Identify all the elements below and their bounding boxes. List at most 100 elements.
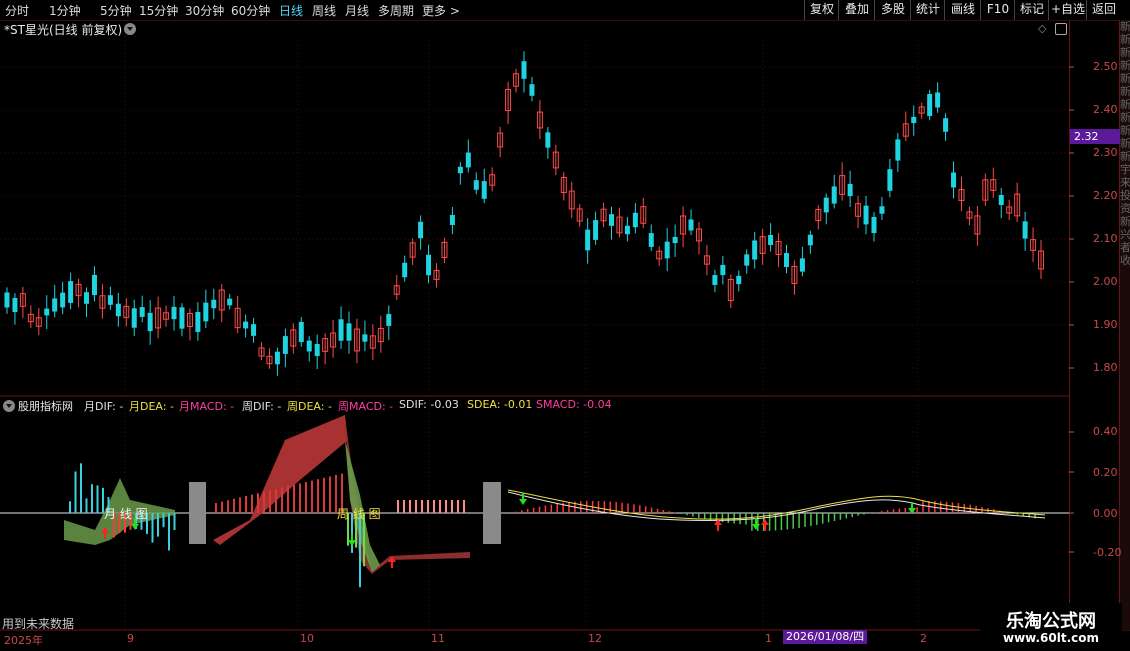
candle-body	[346, 323, 352, 341]
price-tick: 1.90	[1093, 318, 1118, 331]
candle-body	[251, 324, 257, 336]
candle-body	[274, 351, 280, 365]
watermark-title: 乐淘公式网	[1006, 611, 1096, 632]
date-tick: 1	[765, 632, 772, 645]
separator-block	[189, 482, 206, 544]
candle-body	[362, 334, 368, 342]
indicator-tick: 0.40	[1093, 425, 1118, 438]
indicator-name[interactable]: 股朋指标网	[18, 398, 73, 414]
candle-body	[688, 219, 694, 231]
indicator-value: SDEA: -0.01	[467, 398, 533, 411]
arrow-down-icon	[348, 534, 356, 546]
candle-body	[783, 253, 789, 267]
candle-body	[147, 312, 153, 332]
candle-body	[998, 195, 1004, 205]
candle-body	[298, 321, 304, 343]
chevron-down-icon[interactable]	[3, 400, 15, 412]
monthly-overlay-label: 月 线 图	[104, 507, 148, 521]
candle-body	[418, 221, 424, 239]
candle-body	[314, 343, 320, 357]
candle-body	[672, 236, 678, 244]
indicator-tick: -0.20	[1093, 546, 1122, 559]
candle-body	[632, 212, 638, 228]
separator-block	[483, 482, 501, 544]
candle-body	[338, 319, 344, 341]
date-tick: 2025年	[4, 634, 43, 647]
price-tick: 2.20	[1093, 189, 1118, 202]
candle-body	[752, 240, 758, 260]
price-tick: 2.50	[1093, 60, 1118, 73]
candle-body	[12, 297, 18, 313]
indicator-value: 周DIF: -	[242, 400, 282, 413]
candle-body	[179, 307, 185, 329]
candle-body	[712, 275, 718, 285]
candle-body	[951, 172, 957, 188]
candle-body	[847, 183, 853, 197]
indicator-value: 月DEA: -	[129, 400, 174, 413]
candle-body	[887, 169, 893, 191]
candle-body	[171, 306, 177, 320]
candle-body	[131, 308, 137, 328]
side-info-strip[interactable]: 新 新 新 新 新 新 新 新 新 新 新 宇 来 投 资 新 兴 者 收	[1120, 20, 1130, 630]
site-watermark: 乐淘公式网 www.60lt.com	[980, 603, 1122, 649]
candle-body	[211, 299, 217, 309]
price-tick: 1.80	[1093, 361, 1118, 374]
candle-body	[68, 281, 74, 303]
indicator-tick: 0.20	[1093, 466, 1118, 479]
candle-body	[91, 274, 97, 296]
arrow-down-icon	[752, 518, 760, 530]
candle-body	[768, 234, 774, 246]
candle-body	[203, 302, 209, 322]
candle-body	[457, 166, 463, 174]
candle-body	[879, 206, 885, 214]
price-tick: 2.40	[1093, 103, 1118, 116]
indicator-value: SMACD: -0.04	[536, 398, 612, 411]
candle-body	[402, 262, 408, 278]
date-tick: 11	[431, 632, 445, 645]
candle-body	[935, 92, 941, 108]
candle-body	[911, 116, 917, 124]
indicator-value: SDIF: -0.03	[399, 398, 459, 411]
candle-body	[807, 234, 813, 246]
candle-body	[44, 308, 50, 316]
candle-body	[107, 295, 113, 305]
candle-body	[1022, 221, 1028, 239]
candle-body	[664, 241, 670, 259]
date-axis: 2025年 9 10 11 12 1 2	[0, 630, 1130, 651]
candle-body	[473, 180, 479, 190]
indicator-value: 月MACD: -	[179, 400, 235, 413]
indicator-value: 月DIF: -	[84, 400, 124, 413]
indicator-value: 周DEA: -	[287, 400, 332, 413]
indicator-tick: 0.00	[1093, 507, 1118, 520]
candle-body	[426, 254, 432, 276]
candle-body	[449, 214, 455, 226]
candle-body	[624, 225, 630, 235]
candle-body	[736, 275, 742, 285]
candle-body	[943, 118, 949, 132]
candle-body	[227, 298, 233, 306]
candle-body	[545, 132, 551, 148]
weekly-area	[213, 415, 348, 545]
weekly-overlay-label: 周 线 图	[337, 507, 381, 521]
candle-body	[481, 181, 487, 199]
date-tick: 2	[920, 632, 927, 645]
watermark-url: www.60lt.com	[1002, 631, 1100, 645]
date-tick: 10	[300, 632, 314, 645]
candle-body	[648, 233, 654, 247]
candle-body	[115, 303, 121, 317]
candle-body	[831, 186, 837, 204]
date-tick: 12	[588, 632, 602, 645]
candle-body	[52, 298, 58, 312]
price-tick: 2.30	[1093, 146, 1118, 159]
candle-body	[593, 220, 599, 240]
candle-body	[863, 205, 869, 225]
candle-body	[243, 321, 249, 329]
candle-body	[720, 264, 726, 276]
candle-body	[465, 152, 471, 168]
candle-body	[799, 258, 805, 272]
candle-body	[744, 254, 750, 266]
candle-body	[608, 214, 614, 226]
candle-body	[585, 229, 591, 251]
price-tick: 2.00	[1093, 275, 1118, 288]
date-tick: 9	[127, 632, 134, 645]
